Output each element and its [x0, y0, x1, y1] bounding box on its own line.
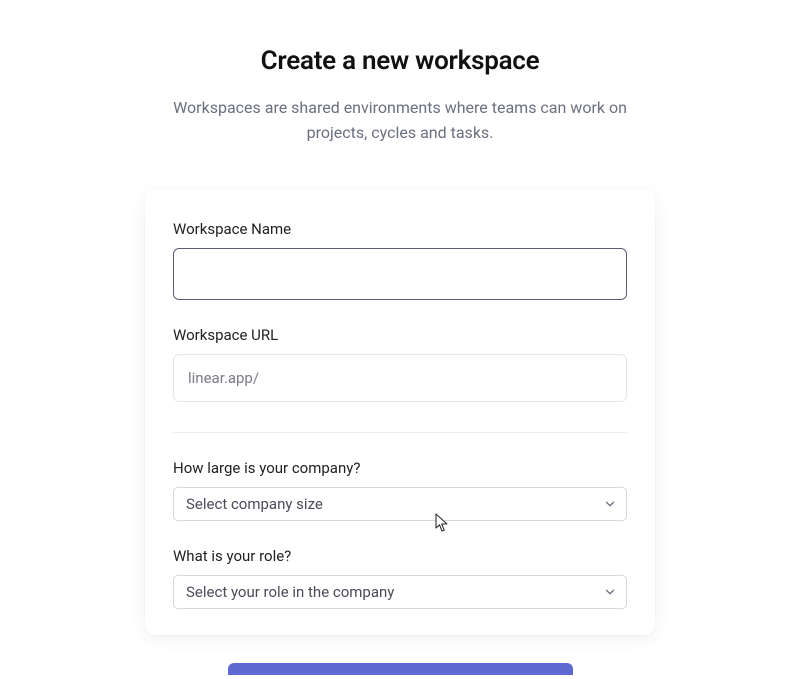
workspace-url-prefix: linear.app/	[188, 369, 259, 387]
workspace-form-card: Workspace Name Workspace URL linear.app/…	[145, 190, 655, 635]
page-subtitle: Workspaces are shared environments where…	[165, 96, 635, 146]
submit-button[interactable]	[228, 663, 573, 675]
workspace-url-label: Workspace URL	[173, 326, 627, 344]
create-workspace-page: Create a new workspace Workspaces are sh…	[0, 0, 800, 675]
workspace-url-input[interactable]: linear.app/	[173, 354, 627, 402]
role-label: What is your role?	[173, 547, 627, 565]
workspace-name-field: Workspace Name	[173, 220, 627, 300]
form-divider	[173, 432, 627, 433]
company-size-select[interactable]: Select company size	[173, 487, 627, 521]
role-placeholder: Select your role in the company	[186, 583, 394, 601]
company-size-select-wrapper: Select company size	[173, 487, 627, 521]
role-select[interactable]: Select your role in the company	[173, 575, 627, 609]
workspace-name-label: Workspace Name	[173, 220, 627, 238]
workspace-url-field: Workspace URL linear.app/	[173, 326, 627, 402]
company-size-field: How large is your company? Select compan…	[173, 459, 627, 521]
company-size-label: How large is your company?	[173, 459, 627, 477]
role-select-wrapper: Select your role in the company	[173, 575, 627, 609]
role-field: What is your role? Select your role in t…	[173, 547, 627, 609]
page-title: Create a new workspace	[261, 46, 540, 76]
company-size-placeholder: Select company size	[186, 495, 323, 513]
workspace-name-input[interactable]	[173, 248, 627, 300]
